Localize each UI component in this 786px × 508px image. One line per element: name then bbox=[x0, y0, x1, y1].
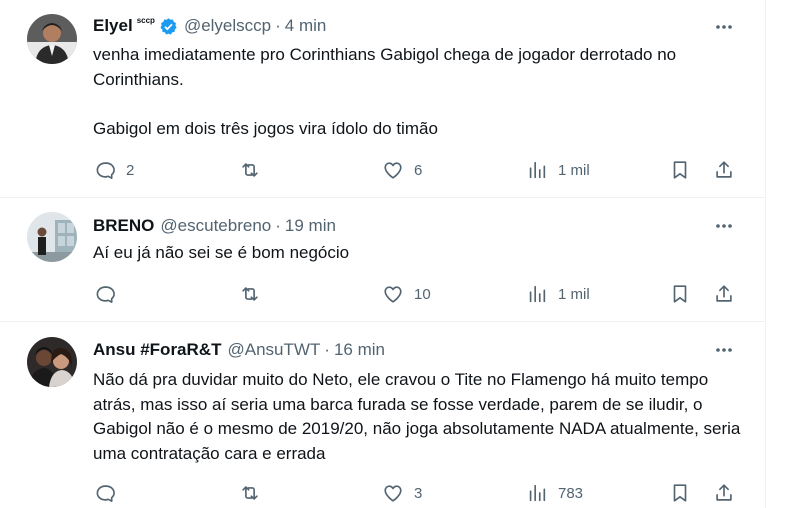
bookmark-button[interactable] bbox=[669, 155, 691, 185]
more-icon[interactable] bbox=[713, 215, 735, 237]
separator: · bbox=[275, 16, 281, 35]
tweet-paragraph: Não dá pra duvidar muito do Neto, ele cr… bbox=[93, 370, 741, 463]
avatar[interactable] bbox=[27, 14, 77, 64]
more-icon[interactable] bbox=[713, 16, 735, 38]
separator: · bbox=[324, 340, 330, 359]
like-icon bbox=[384, 162, 402, 179]
share-button[interactable] bbox=[713, 478, 735, 508]
separator: · bbox=[275, 216, 281, 235]
share-button[interactable] bbox=[713, 155, 735, 185]
views-button[interactable]: 1 mil bbox=[526, 279, 590, 309]
tweet-paragraph: venha imediatamente pro Corinthians Gabi… bbox=[93, 45, 677, 89]
views-icon bbox=[529, 285, 546, 303]
display-name[interactable]: Ansu #ForaR&T bbox=[93, 339, 221, 361]
bookmark-icon bbox=[673, 161, 687, 179]
avatar[interactable] bbox=[27, 212, 77, 262]
retweet-button[interactable] bbox=[239, 155, 271, 185]
tweet-header: Elyel sccp @elyelsccp · 4 min bbox=[93, 15, 326, 37]
handle[interactable]: @AnsuTWT bbox=[227, 339, 320, 361]
avatar[interactable] bbox=[27, 337, 77, 387]
tweet-ansu[interactable]: Ansu #ForaR&T @AnsuTWT · 16 min Não dá p… bbox=[0, 321, 765, 508]
tweet-actions: 10 1 mil bbox=[0, 279, 765, 309]
bookmark-button[interactable] bbox=[669, 279, 691, 309]
bookmark-button[interactable] bbox=[669, 478, 691, 508]
like-count: 6 bbox=[414, 161, 423, 179]
like-icon bbox=[384, 286, 402, 303]
timestamp[interactable]: 4 min bbox=[285, 15, 327, 37]
tweet-elyel[interactable]: Elyel sccp @elyelsccp · 4 min venha imed… bbox=[0, 0, 765, 198]
reply-icon bbox=[96, 286, 115, 303]
like-button[interactable]: 3 bbox=[382, 478, 422, 508]
like-count: 3 bbox=[414, 484, 423, 502]
timestamp[interactable]: 16 min bbox=[334, 339, 385, 361]
display-name[interactable]: BRENO bbox=[93, 215, 154, 237]
like-count: 10 bbox=[414, 285, 431, 303]
reply-button[interactable]: 2 bbox=[94, 155, 134, 185]
share-icon bbox=[716, 484, 732, 501]
retweet-button[interactable] bbox=[239, 478, 271, 508]
tweet-paragraph: Aí eu já não sei se é bom negócio bbox=[93, 243, 350, 262]
tweet-header: BRENO @escutebreno · 19 min bbox=[93, 215, 336, 237]
reply-button[interactable] bbox=[94, 279, 126, 309]
handle[interactable]: @elyelsccp bbox=[184, 15, 271, 37]
share-icon bbox=[716, 161, 732, 178]
tweet-breno[interactable]: BRENO @escutebreno · 19 min Aí eu já não… bbox=[0, 197, 765, 322]
more-icon[interactable] bbox=[713, 339, 735, 361]
bookmark-icon bbox=[673, 484, 687, 502]
like-button[interactable]: 6 bbox=[382, 155, 422, 185]
verified-icon bbox=[159, 17, 178, 36]
name-suffix: sccp bbox=[136, 16, 155, 25]
reply-button[interactable] bbox=[94, 478, 126, 508]
views-count: 783 bbox=[558, 484, 584, 502]
retweet-icon bbox=[242, 163, 258, 177]
reply-count: 2 bbox=[126, 161, 135, 179]
tweet-actions: 2 6 1 mil bbox=[0, 155, 765, 185]
tweet-text: Aí eu já não sei se é bom negócio bbox=[93, 241, 753, 266]
timestamp[interactable]: 19 min bbox=[285, 215, 336, 237]
tweet-text: venha imediatamente pro Corinthians Gabi… bbox=[93, 43, 753, 141]
views-icon bbox=[529, 161, 546, 179]
tweet-paragraph: Gabigol em dois três jogos vira ídolo do… bbox=[93, 118, 438, 138]
reply-icon bbox=[96, 485, 115, 502]
retweet-icon bbox=[242, 486, 258, 500]
tweet-actions: 3 783 bbox=[0, 478, 765, 508]
tweet-text: Não dá pra duvidar muito do Neto, ele cr… bbox=[93, 368, 753, 466]
retweet-button[interactable] bbox=[239, 279, 271, 309]
views-count: 1 mil bbox=[558, 161, 590, 179]
share-icon bbox=[716, 285, 732, 302]
timeline-border bbox=[765, 0, 766, 508]
display-name[interactable]: Elyel bbox=[93, 15, 133, 37]
views-button[interactable]: 783 bbox=[526, 478, 583, 508]
tweet-header: Ansu #ForaR&T @AnsuTWT · 16 min bbox=[93, 339, 385, 361]
bookmark-icon bbox=[673, 285, 687, 303]
views-count: 1 mil bbox=[558, 285, 590, 303]
handle[interactable]: @escutebreno bbox=[160, 215, 271, 237]
retweet-icon bbox=[242, 287, 258, 301]
views-icon bbox=[529, 484, 546, 502]
like-icon bbox=[384, 485, 402, 502]
reply-icon bbox=[96, 162, 115, 179]
like-button[interactable]: 10 bbox=[382, 279, 431, 309]
views-button[interactable]: 1 mil bbox=[526, 155, 590, 185]
share-button[interactable] bbox=[713, 279, 735, 309]
